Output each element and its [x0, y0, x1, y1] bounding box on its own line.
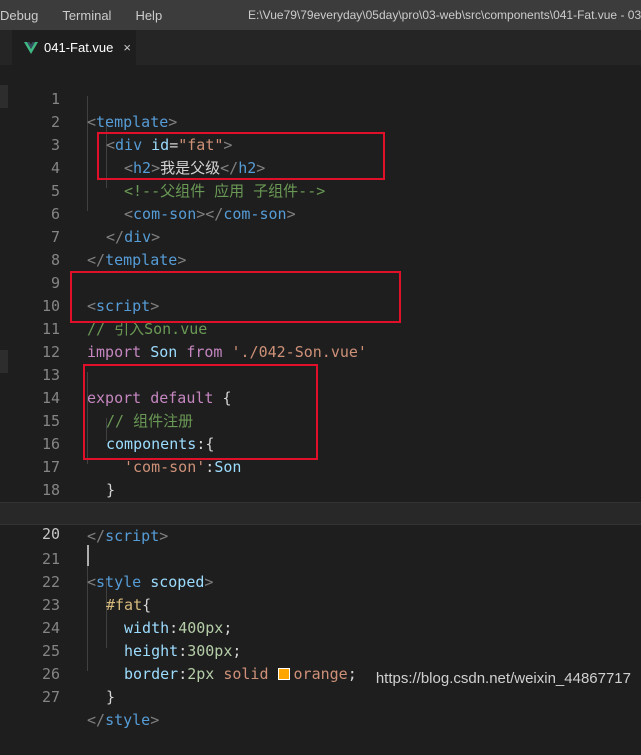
code-line: 8: [0, 226, 641, 269]
highlight-box-component-usage: [97, 132, 385, 180]
tab-label: 041-Fat.vue: [44, 40, 114, 55]
highlight-box-registration: [83, 364, 318, 460]
code-line: 13 export default {: [0, 341, 641, 407]
menu-debug[interactable]: Debug: [0, 8, 48, 23]
code-line: 26 }: [0, 640, 641, 706]
tab-041-fat-vue[interactable]: 041-Fat.vue ×: [12, 30, 136, 65]
tab-bar: 041-Fat.vue ×: [0, 30, 641, 65]
code-line: 1 <template>: [0, 65, 641, 131]
code-line: 7 </template>: [0, 203, 641, 269]
code-line: 9 <script>: [0, 249, 641, 315]
vue-logo-icon: [24, 41, 38, 54]
code-line: 23 width:400px;: [0, 571, 641, 637]
code-line: 21 <style scoped>: [0, 525, 641, 591]
code-line: 2 <div id="fat">: [0, 88, 641, 154]
highlight-box-import: [70, 271, 401, 323]
menu-terminal[interactable]: Terminal: [48, 8, 121, 23]
code-line: 3 <h2>我是父级</h2>: [0, 111, 641, 177]
code-line: 6 </div>: [0, 180, 641, 246]
watermark: https://blog.csdn.net/weixin_44867717: [375, 670, 631, 687]
code-line: 19 </script>: [0, 479, 641, 545]
close-icon[interactable]: ×: [123, 40, 131, 55]
code-line: 22 #fat{: [0, 548, 641, 614]
code-line: 25 border:2px solid orange;: [0, 617, 641, 683]
menu-help[interactable]: Help: [121, 8, 172, 23]
line-number: 27: [41, 688, 60, 706]
code-editor[interactable]: 1 <template> 2 <div id="fat"> 3 <h2>我是父级…: [0, 65, 641, 729]
window-title: E:\Vue79\79everyday\05day\pro\03-web\src…: [248, 8, 641, 22]
code-line-active: 20: [0, 502, 641, 566]
menu-bar: Debug Terminal Help E:\Vue79\79everyday\…: [0, 0, 641, 30]
code-line: 24 height:300px;: [0, 594, 641, 660]
